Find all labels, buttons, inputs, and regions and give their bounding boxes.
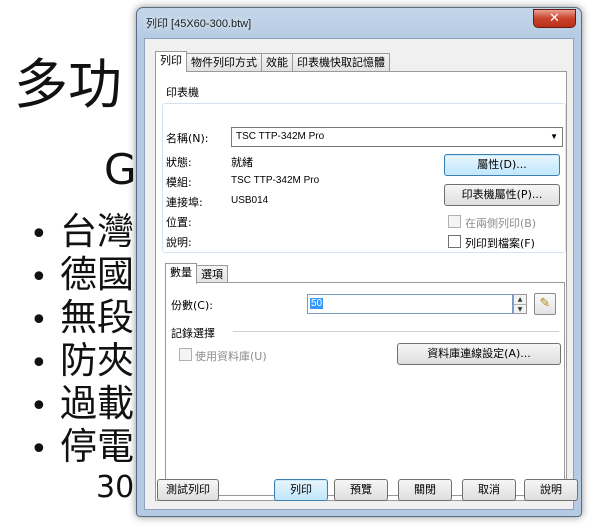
print-to-file-label: 列印到檔案(F)	[465, 237, 535, 250]
close-icon[interactable]: ✕	[533, 9, 576, 28]
printer-name-label: 名稱(N):	[166, 132, 209, 145]
test-print-button[interactable]: 測試列印	[157, 479, 219, 501]
print-dialog: 列印 [45X60-300.btw] ✕ 列印 物件列印方式 效能 印表機快取記…	[136, 7, 582, 517]
duplex-label: 在兩側列印(B)	[465, 217, 537, 230]
use-database-checkbox[interactable]	[179, 348, 192, 361]
slide-subtitle: G	[104, 145, 137, 194]
chevron-down-icon: ▼	[550, 132, 558, 141]
print-to-file-checkbox[interactable]	[448, 235, 461, 248]
model-label: 模組:	[166, 176, 192, 189]
print-button[interactable]: 列印	[274, 479, 328, 501]
dialog-client: 列印 物件列印方式 效能 印表機快取記憶體 印表機 名稱(N): TSC TTP…	[144, 38, 578, 510]
status-label: 狀態:	[166, 156, 192, 169]
spin-up-icon[interactable]: ▲	[514, 295, 526, 304]
preview-button[interactable]: 預覽	[334, 479, 388, 501]
record-selection-label: 記錄選擇	[171, 327, 215, 340]
db-connection-button[interactable]: 資料庫連線設定(A)...	[397, 343, 561, 365]
properties-button[interactable]: 屬性(D)...	[444, 154, 560, 176]
slide-bottom-text: 30	[96, 470, 135, 505]
slide-bullet: • 過載	[30, 382, 134, 425]
status-value: 就緒	[231, 156, 253, 169]
copies-input[interactable]: 50	[307, 294, 513, 314]
group-divider	[233, 331, 559, 332]
copies-label: 份數(C):	[171, 299, 213, 312]
printer-properties-button[interactable]: 印表機屬性(P)...	[444, 184, 560, 206]
tab-printer-cache[interactable]: 印表機快取記憶體	[292, 53, 390, 72]
pencil-icon: ✎	[539, 296, 551, 311]
slide-bullet-list: • 台灣 • 德國 • 無段 • 防夾 • 過載 • 停電	[30, 212, 134, 470]
slide-bullet: • 無段	[30, 296, 134, 339]
tab-strip: 列印 物件列印方式 效能 印表機快取記憶體	[155, 51, 390, 72]
copies-spinner[interactable]: ▲ ▼	[513, 294, 527, 314]
quantity-panel	[165, 282, 565, 496]
help-button[interactable]: 說明	[524, 479, 578, 501]
slide-bullet: • 德國	[30, 253, 134, 296]
tab-print[interactable]: 列印	[155, 51, 187, 72]
comment-label: 說明:	[166, 236, 192, 249]
port-value: USB014	[231, 195, 269, 206]
close-button[interactable]: 關閉	[398, 479, 452, 501]
printer-name-value: TSC TTP-342M Pro	[236, 131, 325, 142]
duplex-checkbox[interactable]	[448, 215, 461, 228]
spin-down-icon[interactable]: ▼	[514, 304, 526, 313]
tab-object-print-mode[interactable]: 物件列印方式	[186, 53, 262, 72]
slide-bullet: • 台灣	[30, 210, 134, 253]
use-database-label: 使用資料庫(U)	[195, 350, 267, 363]
copies-value: 50	[310, 298, 324, 309]
location-label: 位置:	[166, 216, 192, 229]
cancel-button[interactable]: 取消	[462, 479, 516, 501]
tab-quantity[interactable]: 數量	[165, 263, 197, 284]
model-value: TSC TTP-342M Pro	[231, 175, 320, 186]
tab-performance[interactable]: 效能	[261, 53, 293, 72]
dialog-title: 列印 [45X60-300.btw]	[146, 18, 252, 30]
edit-variable-button[interactable]: ✎	[534, 293, 556, 315]
slide-title: 多功	[14, 53, 122, 116]
sub-tab-strip: 數量 選項	[165, 263, 228, 284]
printer-name-select[interactable]: TSC TTP-342M Pro ▼	[231, 127, 563, 147]
port-label: 連接埠:	[166, 196, 203, 209]
slide-bullet: • 停電	[30, 425, 134, 468]
printer-group-label: 印表機	[166, 86, 199, 99]
slide-bullet: • 防夾	[30, 339, 134, 382]
